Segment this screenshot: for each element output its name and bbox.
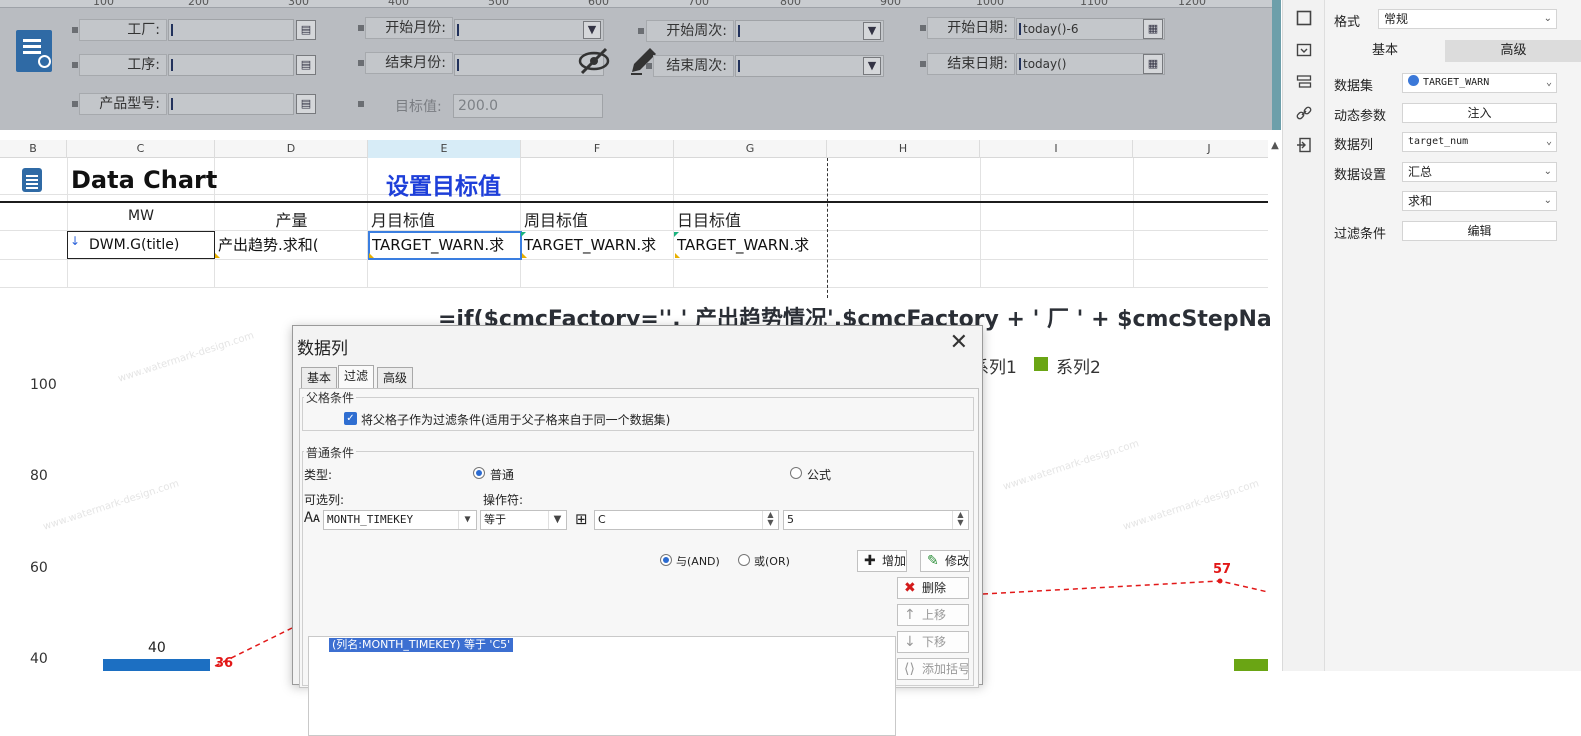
type-label: 类型: bbox=[304, 468, 333, 482]
data-column-label: 数据列 bbox=[1334, 138, 1374, 153]
bar-data-label: 40 bbox=[148, 640, 166, 656]
filter-label: 过滤条件 bbox=[1334, 227, 1387, 242]
import-icon[interactable] bbox=[1296, 137, 1312, 153]
tab-basic[interactable]: 基本 bbox=[301, 367, 338, 389]
condition-list[interactable]: (列名:MONTH_TIMEKEY) 等于 'C5' bbox=[308, 636, 896, 736]
add-bracket-button-label: 添加括号 bbox=[922, 662, 969, 676]
data-setting-label: 数据设置 bbox=[1334, 168, 1387, 183]
close-icon: ✖ bbox=[904, 580, 916, 596]
chevron-down-icon: ⌄ bbox=[1543, 13, 1552, 24]
tab-advanced[interactable]: 高级 bbox=[1445, 40, 1581, 62]
bar-series1 bbox=[103, 659, 210, 671]
dynamic-param-label: 动态参数 bbox=[1334, 109, 1387, 124]
column-select[interactable]: MONTH_TIMEKEY ▼ bbox=[323, 510, 477, 530]
edit-filter-button[interactable]: 编辑 bbox=[1402, 221, 1557, 241]
delete-button[interactable]: ✖ 删除 bbox=[897, 577, 969, 599]
move-up-button-label: 上移 bbox=[922, 608, 947, 622]
arrow-down-icon: ↓ bbox=[904, 634, 916, 650]
line-data-label: 36 bbox=[215, 656, 234, 671]
parent-condition-legend: 父格条件 bbox=[304, 389, 357, 406]
arrow-up-icon: ↑ bbox=[904, 607, 916, 623]
dialog-body: 父格条件 ✓ 将父格子作为过滤条件(适用于父子格来自于同一个数据集) 普通条件 … bbox=[299, 388, 979, 736]
data-column-value: target_num bbox=[1408, 136, 1469, 147]
parent-filter-checkbox[interactable]: ✓ bbox=[344, 412, 357, 425]
value-input-2[interactable]: 5 ▲ ▼ bbox=[783, 510, 969, 530]
column-select-value: MONTH_TIMEKEY bbox=[327, 513, 414, 526]
trend-point bbox=[1217, 578, 1223, 584]
link-icon[interactable] bbox=[1296, 105, 1312, 121]
logic-and-radio[interactable] bbox=[660, 554, 672, 566]
chevron-down-icon: ⌄ bbox=[1545, 136, 1552, 147]
data-column-select[interactable]: target_num ⌄ bbox=[1402, 132, 1557, 152]
spin-buttons[interactable]: ▲ ▼ bbox=[762, 511, 778, 529]
aggregate-select[interactable]: 求和 ⌄ bbox=[1402, 191, 1557, 211]
bar-series2 bbox=[1234, 659, 1268, 671]
add-bracket-button[interactable]: ⟨⟩ 添加括号 bbox=[897, 658, 969, 680]
cell-element-icon[interactable] bbox=[1296, 10, 1312, 26]
dataset-label: 数据集 bbox=[1334, 79, 1374, 94]
attribute-icon[interactable] bbox=[1296, 74, 1312, 90]
format-value: 常规 bbox=[1384, 12, 1409, 26]
value-input[interactable]: C ▲ ▼ bbox=[594, 510, 779, 530]
column-label: 可选列: bbox=[304, 493, 345, 507]
add-button[interactable]: ✚ 增加 bbox=[857, 550, 907, 572]
condition-item[interactable]: (列名:MONTH_TIMEKEY) 等于 'C5' bbox=[329, 638, 514, 652]
logic-and-label: 与(AND) bbox=[676, 555, 720, 568]
dataset-value: TARGET_WARN bbox=[1423, 77, 1490, 88]
type-formula-label: 公式 bbox=[807, 468, 832, 482]
inject-button[interactable]: 注入 bbox=[1402, 103, 1557, 123]
line-data-label: 57 bbox=[1213, 562, 1232, 577]
data-setting-value: 汇总 bbox=[1408, 165, 1433, 179]
tab-filter[interactable]: 过滤 bbox=[338, 365, 375, 389]
move-down-button[interactable]: ↓ 下移 bbox=[897, 631, 969, 653]
trend-line bbox=[982, 580, 1269, 595]
data-column-dialog: 数据列 ✕ 基本 过滤 高级 父格条件 ✓ 将父格子作为过滤条件(适用于父子格来… bbox=[292, 325, 983, 736]
parent-filter-label: 将父格子作为过滤条件(适用于父子格来自于同一个数据集) bbox=[361, 413, 671, 427]
data-setting-select[interactable]: 汇总 ⌄ bbox=[1402, 162, 1557, 182]
edit-icon: ✎ bbox=[927, 553, 939, 569]
common-condition-legend: 普通条件 bbox=[304, 444, 357, 461]
modify-button[interactable]: ✎ 修改 bbox=[920, 550, 970, 572]
widget-icon[interactable] bbox=[1296, 42, 1312, 58]
type-normal-label: 普通 bbox=[490, 468, 515, 482]
value-input-text: C bbox=[598, 513, 606, 526]
column-type-icon: 🗛 bbox=[304, 510, 320, 526]
tab-basic[interactable]: 基本 bbox=[1325, 40, 1445, 62]
tab-advanced[interactable]: 高级 bbox=[377, 367, 414, 389]
bracket-icon: ⟨⟩ bbox=[904, 661, 915, 677]
close-icon[interactable]: ✕ bbox=[950, 332, 968, 354]
aggregate-value: 求和 bbox=[1408, 194, 1433, 208]
format-label: 格式 bbox=[1334, 15, 1361, 30]
type-normal-radio[interactable] bbox=[473, 467, 485, 479]
chevron-down-icon: ⌄ bbox=[1545, 77, 1552, 88]
chevron-down-icon: ▼ bbox=[458, 511, 476, 529]
operator-label: 操作符: bbox=[483, 493, 524, 507]
database-icon bbox=[1408, 75, 1419, 86]
add-button-label: 增加 bbox=[882, 554, 907, 568]
dialog-title: 数据列 bbox=[297, 339, 348, 359]
cell-grid-icon[interactable]: ⊞ bbox=[575, 510, 588, 528]
value-input-2-text: 5 bbox=[787, 513, 794, 526]
delete-button-label: 删除 bbox=[922, 581, 947, 595]
type-formula-radio[interactable] bbox=[790, 467, 802, 479]
modify-button-label: 修改 bbox=[945, 554, 970, 568]
format-select[interactable]: 常规 ⌄ bbox=[1378, 9, 1557, 29]
chevron-down-icon: ⌄ bbox=[1543, 195, 1552, 206]
move-down-button-label: 下移 bbox=[922, 635, 947, 649]
dataset-select[interactable]: TARGET_WARN ⌄ bbox=[1402, 73, 1557, 93]
spin-buttons[interactable]: ▲ ▼ bbox=[952, 511, 968, 529]
move-up-button[interactable]: ↑ 上移 bbox=[897, 604, 969, 626]
operator-select[interactable]: 等于 ▼ bbox=[480, 510, 567, 530]
plus-icon: ✚ bbox=[864, 553, 876, 569]
logic-or-label: 或(OR) bbox=[754, 555, 790, 568]
logic-or-radio[interactable] bbox=[738, 554, 750, 566]
right-icon-bar bbox=[1282, 0, 1324, 671]
chevron-down-icon: ⌄ bbox=[1543, 166, 1552, 177]
chevron-down-icon: ▼ bbox=[548, 511, 566, 529]
property-panel: 格式 常规 ⌄ 基本 高级 数据集 TARGET_WARN ⌄ 动态参数 注入 … bbox=[1324, 0, 1581, 671]
operator-select-value: 等于 bbox=[484, 513, 506, 526]
